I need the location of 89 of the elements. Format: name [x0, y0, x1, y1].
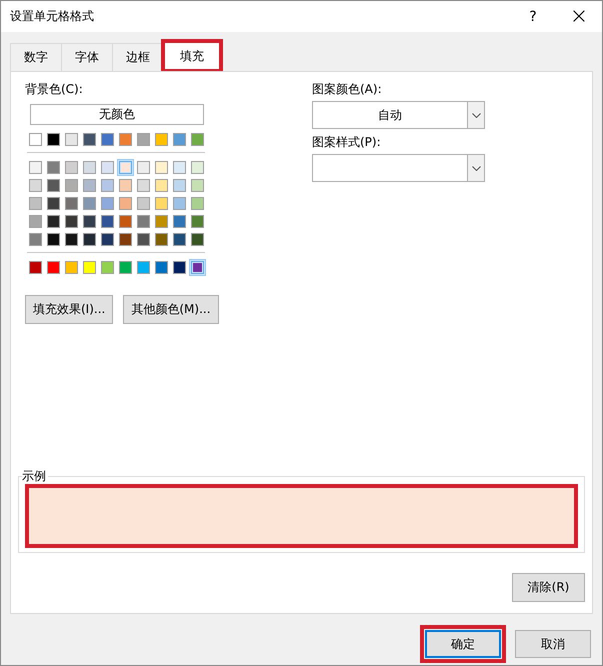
color-swatch[interactable]	[65, 233, 78, 246]
color-swatch[interactable]	[137, 261, 150, 274]
color-swatch[interactable]	[29, 233, 42, 246]
color-swatch[interactable]	[191, 233, 204, 246]
color-swatch[interactable]	[191, 179, 204, 192]
color-swatch[interactable]	[137, 179, 150, 192]
color-swatch[interactable]	[101, 215, 114, 228]
color-swatch[interactable]	[155, 215, 168, 228]
color-swatch[interactable]	[137, 233, 150, 246]
color-swatch[interactable]	[119, 179, 132, 192]
dialog-button[interactable]: 取消	[515, 630, 591, 658]
color-swatch[interactable]	[137, 133, 150, 146]
color-swatch[interactable]	[191, 215, 204, 228]
close-button[interactable]: ×	[556, 1, 602, 32]
color-swatch[interactable]	[173, 161, 186, 174]
color-swatch[interactable]	[191, 197, 204, 210]
color-swatch[interactable]	[119, 197, 132, 210]
color-swatch[interactable]	[119, 215, 132, 228]
color-swatch[interactable]	[119, 161, 132, 174]
help-button[interactable]: ?	[510, 1, 556, 32]
color-swatch[interactable]	[155, 133, 168, 146]
color-swatch[interactable]	[173, 197, 186, 210]
pattern-color-dropdown[interactable]: 自动	[312, 101, 485, 129]
color-swatch[interactable]	[47, 133, 60, 146]
color-swatch[interactable]	[173, 215, 186, 228]
dialog-button[interactable]: 填充效果(I)...	[25, 295, 114, 324]
color-swatch[interactable]	[47, 197, 60, 210]
color-swatch[interactable]	[29, 261, 42, 274]
color-swatch[interactable]	[191, 133, 204, 146]
tab[interactable]: 填充	[163, 41, 221, 71]
dialog-button[interactable]: 其他颜色(M)...	[123, 295, 219, 324]
color-swatch[interactable]	[155, 233, 168, 246]
color-swatch[interactable]	[83, 133, 96, 146]
color-swatch[interactable]	[83, 215, 96, 228]
pattern-style-label: 图案样式(P):	[312, 134, 381, 150]
color-swatch[interactable]	[65, 215, 78, 228]
color-swatch[interactable]	[155, 161, 168, 174]
no-color-button[interactable]: 无颜色	[30, 104, 204, 125]
color-swatch[interactable]	[29, 179, 42, 192]
color-swatch[interactable]	[119, 261, 132, 274]
color-swatch[interactable]	[65, 261, 78, 274]
color-swatch[interactable]	[101, 197, 114, 210]
color-swatch[interactable]	[83, 197, 96, 210]
color-swatch[interactable]	[83, 179, 96, 192]
color-swatch[interactable]	[101, 261, 114, 274]
color-swatch[interactable]	[137, 197, 150, 210]
color-swatch[interactable]	[137, 161, 150, 174]
color-swatch[interactable]	[155, 179, 168, 192]
color-swatch[interactable]	[101, 161, 114, 174]
sample-label: 示例	[22, 469, 48, 483]
color-swatch[interactable]	[101, 133, 114, 146]
color-swatch[interactable]	[29, 197, 42, 210]
color-swatch[interactable]	[47, 179, 60, 192]
pattern-style-dropdown[interactable]	[312, 154, 485, 182]
color-swatch[interactable]	[137, 215, 150, 228]
color-swatch[interactable]	[101, 233, 114, 246]
color-swatch[interactable]	[65, 161, 78, 174]
chevron-down-icon	[472, 112, 480, 118]
color-swatch[interactable]	[29, 215, 42, 228]
color-swatch[interactable]	[173, 133, 186, 146]
tab[interactable]: 数字	[10, 43, 62, 71]
color-swatch[interactable]	[65, 133, 78, 146]
color-swatch[interactable]	[29, 161, 42, 174]
background-color-label: 背景色(C):	[25, 81, 83, 97]
color-swatch[interactable]	[191, 161, 204, 174]
color-swatch[interactable]	[173, 261, 186, 274]
clear-button[interactable]: 清除(R)	[512, 573, 585, 602]
dialog-button[interactable]: 确定	[425, 630, 501, 658]
window-title: 设置单元格格式	[10, 8, 95, 25]
color-swatch[interactable]	[65, 197, 78, 210]
color-swatch[interactable]	[101, 179, 114, 192]
color-swatch[interactable]	[47, 161, 60, 174]
color-swatch[interactable]	[29, 133, 42, 146]
color-swatch[interactable]	[155, 261, 168, 274]
color-swatch[interactable]	[173, 233, 186, 246]
color-swatch[interactable]	[47, 215, 60, 228]
color-swatch[interactable]	[47, 261, 60, 274]
pattern-color-label: 图案颜色(A):	[312, 81, 382, 97]
color-swatch[interactable]	[173, 179, 186, 192]
color-swatch[interactable]	[155, 197, 168, 210]
color-swatch[interactable]	[83, 161, 96, 174]
color-swatch[interactable]	[83, 233, 96, 246]
color-swatch[interactable]	[119, 233, 132, 246]
chevron-down-icon	[472, 166, 480, 170]
color-swatch[interactable]	[47, 233, 60, 246]
color-swatch[interactable]	[83, 261, 96, 274]
color-swatch[interactable]	[119, 133, 132, 146]
color-swatch[interactable]	[191, 261, 204, 274]
color-swatch[interactable]	[65, 179, 78, 192]
